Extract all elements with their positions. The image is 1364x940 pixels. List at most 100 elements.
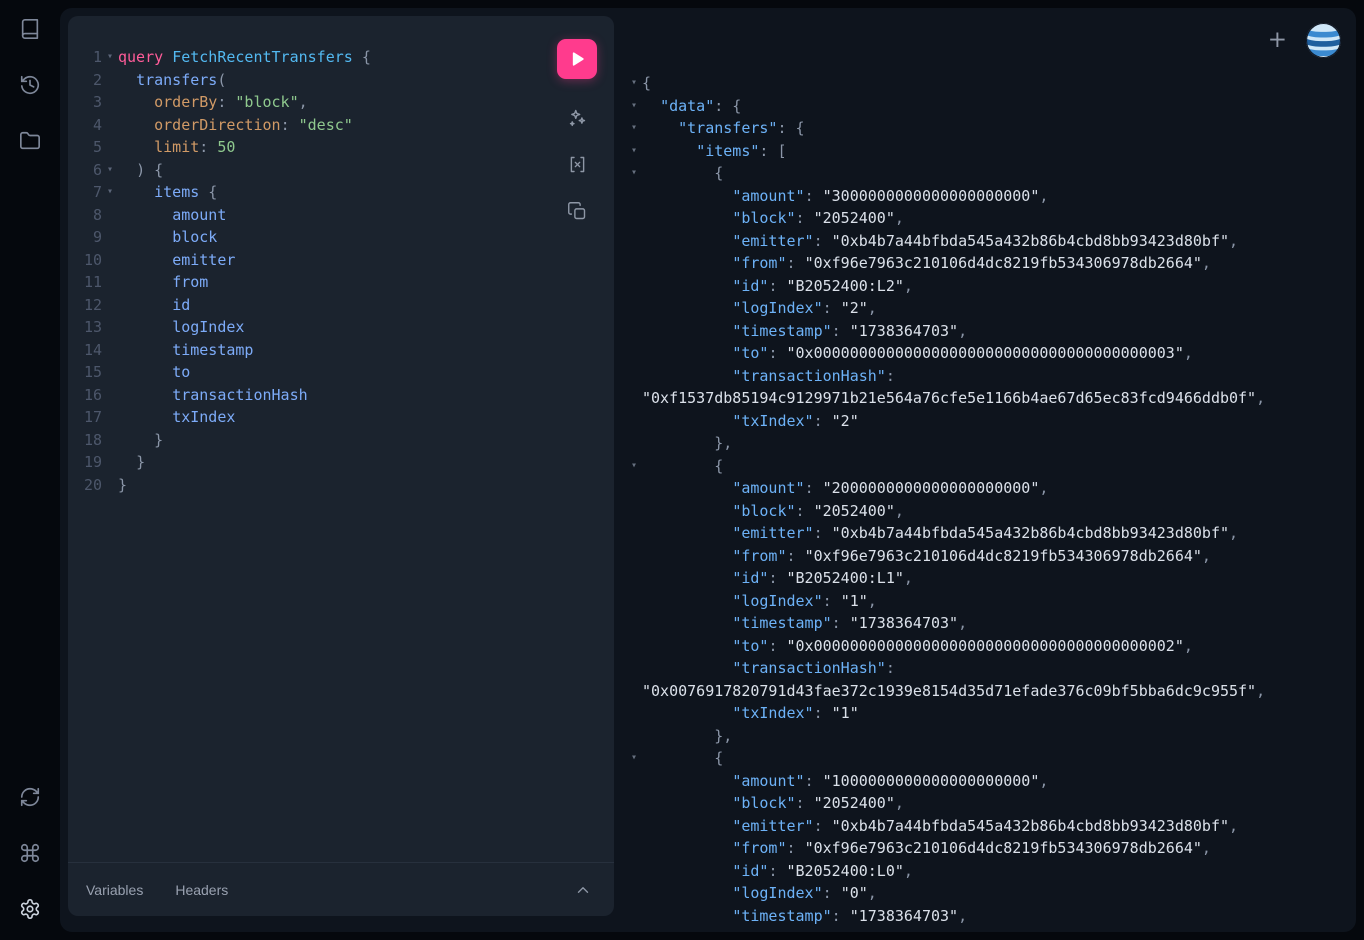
code-text: "id": "B2052400:L0",	[642, 860, 1346, 883]
response-code-line: "transactionHash":	[626, 657, 1346, 680]
fold-caret-icon[interactable]: ▾	[626, 95, 642, 118]
response-code-line: "transactionHash":	[626, 365, 1346, 388]
fold-gutter-spacer	[626, 522, 642, 545]
fold-gutter-spacer	[102, 69, 118, 92]
code-text: "to": "0x0000000000000000000000000000000…	[642, 342, 1346, 365]
logo-avatar[interactable]	[1305, 22, 1342, 59]
shortcuts-button[interactable]	[10, 833, 50, 873]
code-text: logIndex	[118, 316, 608, 339]
line-number: 18	[74, 429, 102, 452]
fold-caret-icon[interactable]: ▾	[626, 72, 642, 95]
line-number: 11	[74, 271, 102, 294]
fold-caret-icon[interactable]: ▾	[102, 181, 118, 204]
code-text: "emitter": "0xb4b7a44bfbda545a432b86b4cb…	[642, 230, 1346, 253]
fold-caret-icon[interactable]: ▾	[626, 747, 642, 770]
fold-gutter-spacer	[102, 271, 118, 294]
editor-code-line[interactable]: 8 amount	[74, 204, 608, 227]
editor-code-line[interactable]: 20}	[74, 474, 608, 497]
copy-query-button[interactable]	[564, 198, 590, 224]
editor-code-line[interactable]: 3 orderBy: "block",	[74, 91, 608, 114]
editor-code-line[interactable]: 19 }	[74, 451, 608, 474]
response-code-line: "logIndex": "1",	[626, 590, 1346, 613]
editor-code-line[interactable]: 14 timestamp	[74, 339, 608, 362]
explorer-button[interactable]	[10, 121, 50, 161]
new-tab-button[interactable]: +	[1264, 27, 1291, 54]
editor-code-line[interactable]: 7▾ items {	[74, 181, 608, 204]
response-header: +	[1264, 22, 1342, 59]
collapse-editor-tools-button[interactable]	[570, 877, 596, 903]
line-number: 9	[74, 226, 102, 249]
editor-code-line[interactable]: 18 }	[74, 429, 608, 452]
code-text: "from": "0xf96e7963c210106d4dc8219fb5343…	[642, 252, 1346, 275]
query-editor[interactable]: 1▾query FetchRecentTransfers {2 transfer…	[68, 16, 614, 862]
fold-gutter-spacer	[102, 226, 118, 249]
sidebar-bottom-group	[10, 777, 50, 929]
response-code-line: ▾ {	[626, 455, 1346, 478]
editor-code-line[interactable]: 6▾ ) {	[74, 159, 608, 182]
prettify-button[interactable]	[564, 104, 590, 130]
fold-gutter-spacer	[626, 567, 642, 590]
fold-gutter-spacer	[626, 185, 642, 208]
editor-code-line[interactable]: 17 txIndex	[74, 406, 608, 429]
editor-code-line[interactable]: 1▾query FetchRecentTransfers {	[74, 46, 608, 69]
editor-code-line[interactable]: 15 to	[74, 361, 608, 384]
editor-code-line[interactable]: 12 id	[74, 294, 608, 317]
code-text: items {	[118, 181, 608, 204]
tab-headers[interactable]: Headers	[175, 882, 228, 898]
logo-avatar-icon	[1305, 22, 1342, 59]
response-code-line: "emitter": "0xb4b7a44bfbda545a432b86b4cb…	[626, 230, 1346, 253]
code-text: timestamp	[118, 339, 608, 362]
code-text: }	[118, 451, 608, 474]
response-code-line: "to": "0x0000000000000000000000000000000…	[626, 635, 1346, 658]
code-text: "items": [	[642, 140, 1346, 163]
sidebar	[0, 0, 60, 940]
response-code-line: "txIndex": "2"	[626, 410, 1346, 433]
fold-caret-icon[interactable]: ▾	[626, 117, 642, 140]
execute-button[interactable]	[557, 39, 597, 79]
fold-gutter-spacer	[102, 429, 118, 452]
response-code-line: ▾ "items": [	[626, 140, 1346, 163]
editor-code-line[interactable]: 9 block	[74, 226, 608, 249]
response-code-line: "txIndex": "1"	[626, 702, 1346, 725]
editor-code-line[interactable]: 4 orderDirection: "desc"	[74, 114, 608, 137]
fold-caret-icon[interactable]: ▾	[626, 140, 642, 163]
line-number: 6	[74, 159, 102, 182]
response-code-line: "block": "2052400",	[626, 792, 1346, 815]
settings-button[interactable]	[10, 889, 50, 929]
editor-code-line[interactable]: 11 from	[74, 271, 608, 294]
code-text: to	[118, 361, 608, 384]
line-number: 14	[74, 339, 102, 362]
docs-button[interactable]	[10, 9, 50, 49]
fold-gutter-spacer	[102, 204, 118, 227]
copy-icon	[567, 201, 588, 222]
fold-caret-icon[interactable]: ▾	[626, 162, 642, 185]
editor-code-line[interactable]: 16 transactionHash	[74, 384, 608, 407]
fold-caret-icon[interactable]: ▾	[102, 46, 118, 69]
code-text: "logIndex": "0",	[642, 882, 1346, 905]
response-code-line: "emitter": "0xb4b7a44bfbda545a432b86b4cb…	[626, 815, 1346, 838]
fold-gutter-spacer	[102, 91, 118, 114]
fold-gutter-spacer	[626, 612, 642, 635]
code-text: "transfers": {	[642, 117, 1346, 140]
fold-gutter-spacer	[102, 136, 118, 159]
editor-code-line[interactable]: 5 limit: 50	[74, 136, 608, 159]
editor-code-line[interactable]: 13 logIndex	[74, 316, 608, 339]
code-text: "to": "0x0000000000000000000000000000000…	[642, 635, 1346, 658]
fold-gutter-spacer	[626, 500, 642, 523]
editor-code-line[interactable]: 10 emitter	[74, 249, 608, 272]
response-pane[interactable]: ▾{▾ "data": {▾ "transfers": {▾ "items": …	[618, 8, 1356, 932]
merge-fragments-button[interactable]	[564, 151, 590, 177]
fold-caret-icon[interactable]: ▾	[626, 455, 642, 478]
code-text: id	[118, 294, 608, 317]
editor-code-line[interactable]: 2 transfers(	[74, 69, 608, 92]
refetch-schema-button[interactable]	[10, 777, 50, 817]
response-code-line: "from": "0xf96e7963c210106d4dc8219fb5343…	[626, 252, 1346, 275]
response-code-line: "0x0076917820791d43fae372c1939e8154d35d7…	[626, 680, 1346, 703]
fold-gutter-spacer	[626, 230, 642, 253]
code-text: orderDirection: "desc"	[118, 114, 608, 137]
code-text: "logIndex": "2",	[642, 297, 1346, 320]
fold-gutter-spacer	[102, 249, 118, 272]
history-button[interactable]	[10, 65, 50, 105]
fold-caret-icon[interactable]: ▾	[102, 159, 118, 182]
tab-variables[interactable]: Variables	[86, 882, 143, 898]
